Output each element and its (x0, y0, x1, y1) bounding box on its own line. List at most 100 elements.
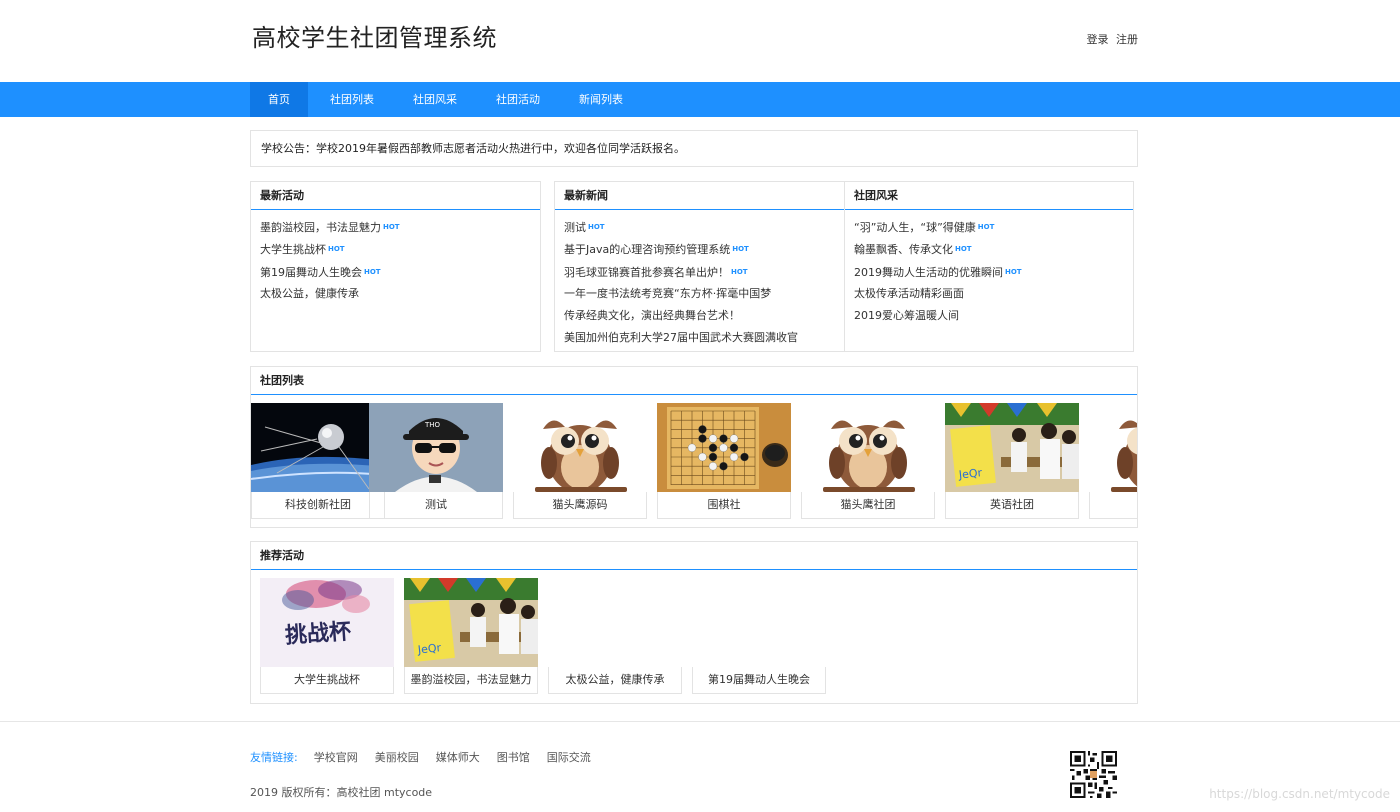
club-style-panel: 社团风采 “羽”动人生，“球”得健康 HOT 翰墨飘香、传承文化 HOT 2019舞动人… (844, 181, 1134, 352)
classroom-image: JeQr (404, 578, 538, 667)
panel-title: 最新活动 (251, 182, 540, 210)
friend-link[interactable]: 图书馆 (497, 749, 530, 765)
copyright: 2019 版权所有：高校社团 mtycode (250, 786, 433, 799)
hot-badge: HOT (977, 223, 995, 231)
ink-poster-image: 挑战杯 (260, 578, 394, 667)
hot-badge: HOT (383, 223, 400, 231)
list-item[interactable]: 太极公益，健康传承 (260, 283, 531, 305)
list-item-text: 2019舞动人生活动的优雅瞬间 (854, 265, 1003, 279)
footer-divider (0, 721, 1400, 722)
list-item[interactable]: 翰墨飘香、传承文化 HOT (854, 238, 1124, 260)
classroom-image: JeQr (404, 578, 538, 667)
list-item-text: 羽毛球亚锦赛首批参赛名单出炉！ (564, 265, 729, 279)
blank-image (548, 578, 682, 667)
list-item[interactable]: 测试 HOT (564, 216, 835, 238)
list-item[interactable]: 大学生挑战杯 HOT (260, 238, 531, 260)
avatar-image: ТНО (369, 403, 503, 492)
nav-club-activities[interactable]: 社团活动 (479, 82, 557, 117)
nav-home[interactable]: 首页 (250, 82, 308, 117)
list-item[interactable]: 太极传承活动精彩画面 (854, 283, 1124, 305)
list-item[interactable]: 美国加州伯克利大学27届中国武术大赛圆满收官 (564, 327, 835, 349)
thumbnail-caption: 太极公益，健康传承 (548, 667, 682, 694)
thumbnail-card[interactable]: JeQr 墨韵溢校园，书法显魅力 (404, 578, 538, 694)
owl-image (513, 403, 647, 492)
owl-image (513, 403, 647, 492)
thumbnail-caption: 大学生挑战杯 (260, 667, 394, 694)
go-board-image (657, 403, 791, 492)
list-item[interactable]: 一年一度书法统考竞赛“东方杯·挥毫中国梦 (564, 283, 835, 305)
friend-links-label: 友情链接: (250, 751, 298, 764)
list-item[interactable]: 墨韵溢校园，书法显魅力 HOT (260, 216, 531, 238)
hot-badge: HOT (364, 267, 381, 276)
blank-image (548, 578, 682, 667)
hot-badge: HOT (732, 245, 749, 254)
go-board-image (657, 403, 791, 492)
thumbnail-card[interactable]: 猫头鹰社团 (801, 403, 935, 519)
club-list-panel: 社团列表 科技创新社团 ТНО 测试 猫头鹰源码 围棋社 猫头鹰社团 JeQr … (250, 366, 1138, 528)
list-item-text: 太极公益，健康传承 (260, 286, 359, 300)
svg-text:ТНО: ТНО (424, 421, 441, 429)
friend-link[interactable]: 美丽校园 (375, 749, 419, 765)
friend-links: 友情链接: 学校官网 美丽校园 媒体师大 图书馆 国际交流 (250, 749, 608, 765)
thumbnail-card[interactable]: 围棋社 (657, 403, 791, 519)
svg-text:JeQr: JeQr (957, 466, 983, 482)
latest-news-panel: 最新新闻 测试 HOT 基于Java的心理咨询预约管理系统 HOT 羽毛球亚锦赛首批参赛… (554, 181, 845, 352)
list-item[interactable]: 2019爱心筹温暖人间 (854, 305, 1124, 327)
list-item-text: 第19届舞动人生晚会 (260, 265, 362, 279)
thumbnail-card[interactable]: 科技创新社团 (251, 403, 385, 519)
main-navbar: 首页 社团列表 社团风采 社团活动 新闻列表 (0, 82, 1400, 117)
panel-title: 推荐活动 (251, 542, 1137, 570)
thumbnail-card[interactable] (1089, 403, 1137, 519)
list-item-text: 传承经典文化，演出经典舞台艺术！ (564, 309, 740, 323)
thumbnail-card[interactable]: ТНО 测试 (369, 403, 503, 519)
thumbnail-card[interactable]: JeQr 英语社团 (945, 403, 1079, 519)
list-item-text: 一年一度书法统考竞赛“东方杯·挥毫中国梦 (564, 286, 772, 300)
list-item-text: 太极传承活动精彩画面 (854, 286, 964, 300)
auth-links: 登录 注册 (1087, 31, 1139, 47)
friend-link[interactable]: 国际交流 (547, 749, 591, 765)
nav-news-list[interactable]: 新闻列表 (562, 82, 640, 117)
list-item[interactable]: 2019舞动人生活动的优雅瞬间 HOT (854, 261, 1124, 283)
thumbnail-caption: 猫头鹰社团 (801, 492, 935, 519)
thumbnail-card[interactable]: 太极公益，健康传承 (548, 578, 682, 694)
nav-club-list[interactable]: 社团列表 (313, 82, 391, 117)
register-link[interactable]: 注册 (1116, 33, 1138, 46)
club-style-list: “羽”动人生，“球”得健康 HOT 翰墨飘香、传承文化 HOT 2019舞动人生活动的优… (845, 210, 1133, 327)
login-link[interactable]: 登录 (1087, 33, 1109, 46)
thumbnail-card[interactable]: 挑战杯大学生挑战杯 (260, 578, 394, 694)
qr-code-icon (1070, 751, 1117, 798)
owl-image (1089, 403, 1137, 492)
list-item-text: 2019爱心筹温暖人间 (854, 309, 959, 323)
friend-link[interactable]: 媒体师大 (436, 749, 480, 765)
owl-image (801, 403, 935, 492)
satellite-image (251, 403, 385, 492)
thumbnail-caption: 测试 (369, 492, 503, 519)
latest-activities-panel: 最新活动 墨韵溢校园，书法显魅力 HOT 大学生挑战杯 HOT 第19届舞动人生晚会 HO… (250, 181, 541, 352)
activity-list: 墨韵溢校园，书法显魅力 HOT 大学生挑战杯 HOT 第19届舞动人生晚会 HOT 太极公益… (251, 210, 540, 305)
hot-badge: HOT (1005, 267, 1022, 276)
school-notice: 学校公告：学校2019年暑假西部教师志愿者活动火热进行中，欢迎各位同学活跃报名。 (250, 130, 1138, 167)
friend-link[interactable]: 学校官网 (314, 749, 358, 765)
blank-image (692, 578, 826, 667)
list-item[interactable]: “羽”动人生，“球”得健康 HOT (854, 216, 1124, 238)
ink-poster-image: 挑战杯 (260, 578, 394, 667)
list-item[interactable]: 传承经典文化，演出经典舞台艺术！ (564, 305, 835, 327)
satellite-image (251, 403, 385, 492)
recommended-panel: 推荐活动 挑战杯大学生挑战杯 JeQr 墨韵溢校园，书法显魅力 太极公益，健康传承… (250, 541, 1138, 704)
hot-badge: HOT (588, 223, 605, 231)
list-item[interactable]: 第19届舞动人生晚会 HOT (260, 261, 531, 283)
thumbnail-card[interactable]: 猫头鹰源码 (513, 403, 647, 519)
panel-title: 最新新闻 (555, 182, 844, 210)
thumbnail-caption: 英语社团 (945, 492, 1079, 519)
list-item[interactable]: 羽毛球亚锦赛首批参赛名单出炉！ HOT (564, 261, 835, 283)
nav-club-style[interactable]: 社团风采 (396, 82, 474, 117)
list-item-text: 大学生挑战杯 (260, 243, 326, 257)
site-title: 高校学生社团管理系统 (252, 24, 497, 52)
svg-text:挑战杯: 挑战杯 (284, 618, 352, 649)
thumbnail-card[interactable]: 第19届舞动人生晚会 (692, 578, 826, 694)
thumbnail-caption: 墨韵溢校园，书法显魅力 (404, 667, 538, 694)
thumbnail-caption: 科技创新社团 (251, 492, 385, 519)
avatar-image: ТНО (369, 403, 503, 492)
list-item[interactable]: 基于Java的心理咨询预约管理系统 HOT (564, 238, 835, 260)
classroom-image: JeQr (945, 403, 1079, 492)
